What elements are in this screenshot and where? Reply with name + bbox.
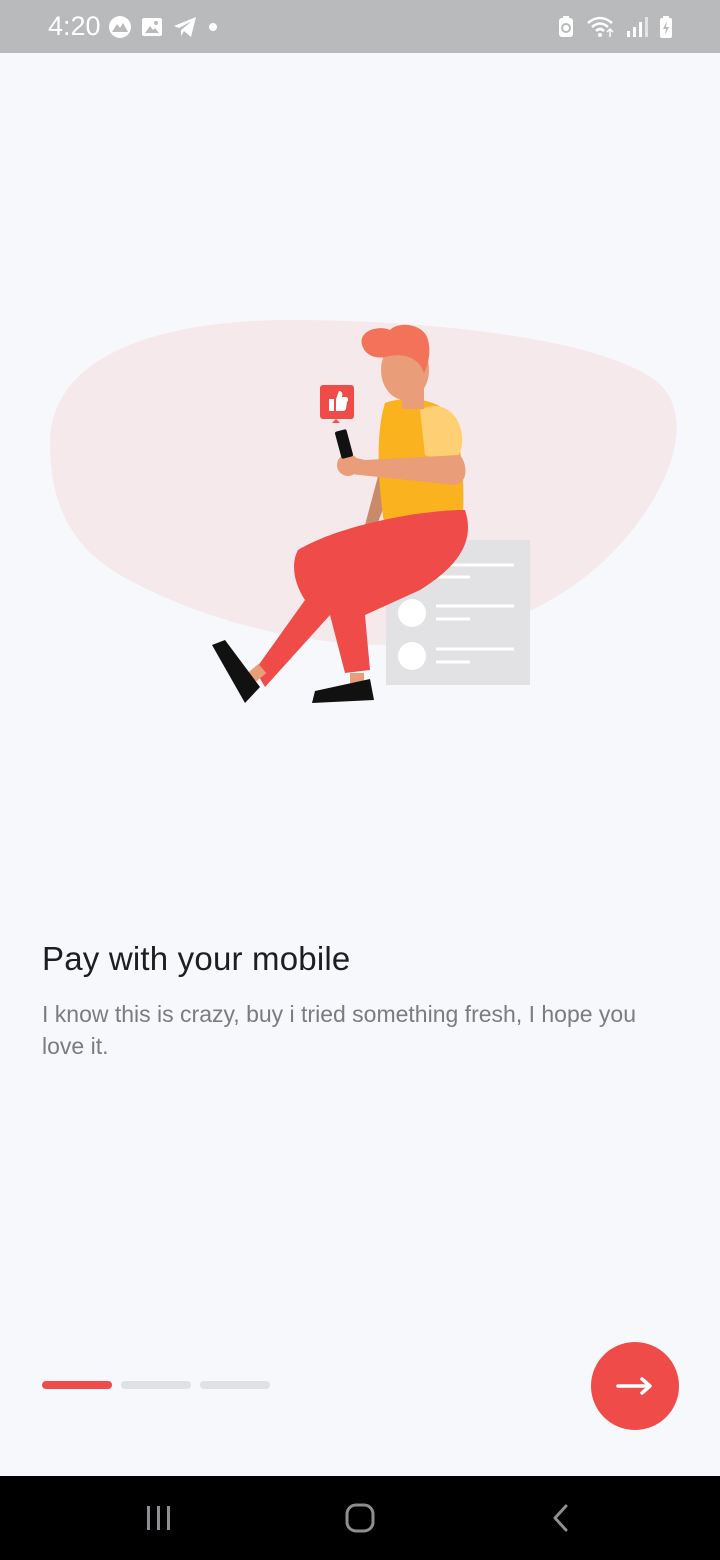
page-dot-1[interactable] [42,1381,112,1389]
back-icon [550,1503,572,1533]
person-shoe-right [312,679,374,703]
onboarding-screen: 4:20 Pay with your mobile I know this is… [0,0,720,1560]
like-bubble [320,385,354,423]
notification-icons [108,14,220,40]
system-status-icons [556,14,674,40]
status-bar: 4:20 [0,0,720,53]
home-button[interactable] [330,1498,390,1538]
recent-apps-button[interactable] [129,1498,189,1538]
telegram-icon [172,15,198,39]
back-button[interactable] [531,1498,591,1538]
page-dot-2[interactable] [121,1381,191,1389]
mountain-notification-icon [108,15,132,39]
onboarding-description: I know this is crazy, buy i tried someth… [42,1001,637,1059]
recent-apps-icon [144,1504,174,1532]
image-notification-icon [140,15,164,39]
status-time: 4:20 [48,11,101,41]
arrow-right-icon [616,1376,654,1396]
page-indicator [42,1381,270,1389]
signal-icon [626,15,648,39]
navigation-bar [0,1476,720,1560]
page-dot-3[interactable] [200,1381,270,1389]
wifi-icon [586,15,616,39]
battery-charging-icon [658,15,674,39]
home-icon [344,1502,376,1534]
onboarding-title: Pay with your mobile [42,940,351,977]
next-button[interactable] [591,1342,679,1430]
dot-icon [206,15,220,39]
onboarding-illustration [40,315,680,725]
battery-saver-icon [556,15,576,39]
